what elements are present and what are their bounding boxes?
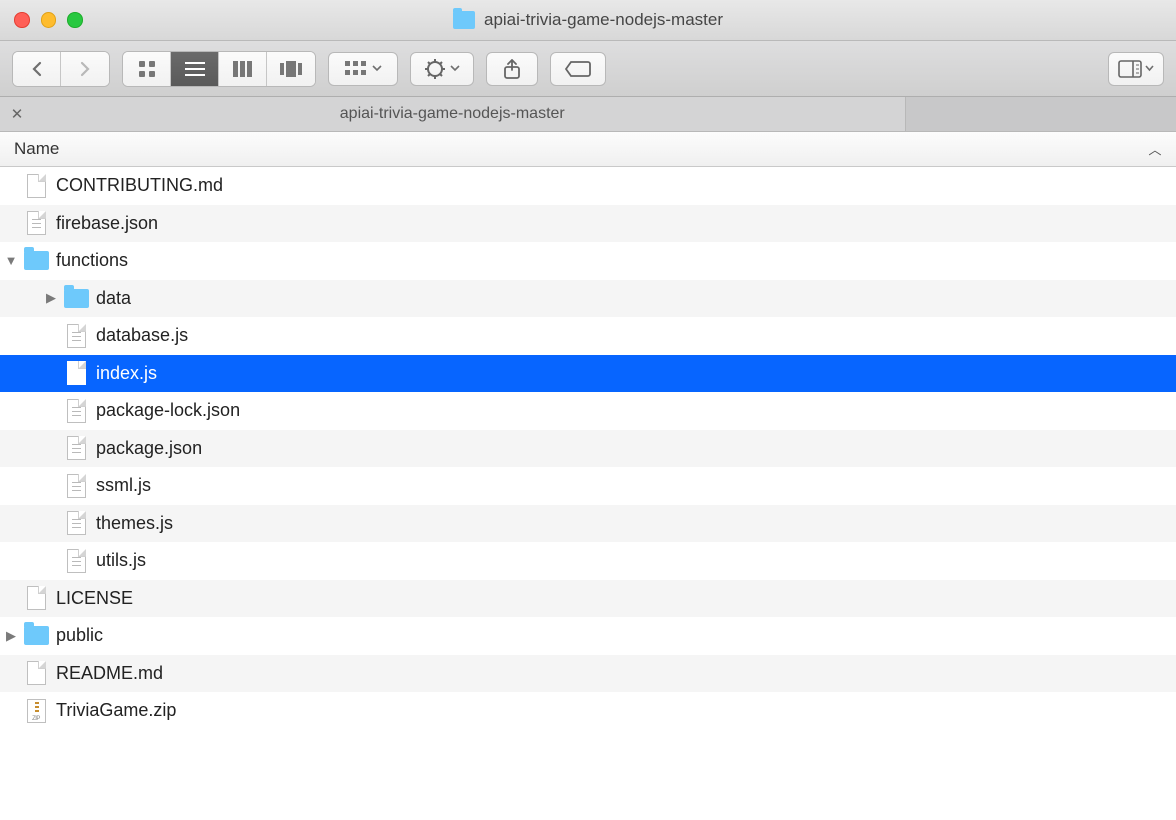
tags-button[interactable] bbox=[550, 52, 606, 86]
view-icons-button[interactable] bbox=[123, 52, 171, 86]
file-row[interactable]: utils.js bbox=[0, 542, 1176, 580]
sort-indicator-icon: 〈 bbox=[1146, 142, 1165, 155]
window-title: apiai-trivia-game-nodejs-master bbox=[484, 10, 723, 30]
folder-icon bbox=[453, 11, 475, 29]
group-button[interactable] bbox=[328, 52, 398, 86]
file-icon bbox=[22, 211, 50, 235]
folder-icon bbox=[22, 251, 50, 270]
close-tab-button[interactable]: ✕ bbox=[0, 105, 34, 123]
file-icon bbox=[22, 174, 50, 198]
file-row[interactable]: ssml.js bbox=[0, 467, 1176, 505]
file-icon bbox=[22, 586, 50, 610]
file-name-label: firebase.json bbox=[50, 213, 158, 234]
file-icon bbox=[22, 661, 50, 685]
view-columns-button[interactable] bbox=[219, 52, 267, 86]
sidebar-right-button[interactable] bbox=[1108, 52, 1164, 86]
file-row[interactable]: index.js bbox=[0, 355, 1176, 393]
file-icon bbox=[62, 399, 90, 423]
file-list: CONTRIBUTING.md firebase.json ▼ functions ▶ d… bbox=[0, 167, 1176, 730]
zoom-window-button[interactable] bbox=[67, 12, 83, 28]
file-row[interactable]: database.js bbox=[0, 317, 1176, 355]
file-name-label: themes.js bbox=[90, 513, 173, 534]
minimize-window-button[interactable] bbox=[41, 12, 57, 28]
tab-label: apiai-trivia-game-nodejs-master bbox=[34, 105, 871, 123]
file-name-label: data bbox=[90, 288, 131, 309]
file-name-label: README.md bbox=[50, 663, 163, 684]
file-row[interactable]: ▶ public bbox=[0, 617, 1176, 655]
tab-bar: ✕ apiai-trivia-game-nodejs-master bbox=[0, 97, 1176, 132]
disclosure-triangle-icon[interactable]: ▼ bbox=[0, 253, 22, 268]
disclosure-triangle-icon[interactable]: ▶ bbox=[40, 290, 62, 306]
tab-overflow bbox=[906, 97, 1176, 131]
traffic-lights bbox=[0, 12, 83, 28]
file-name-label: TriviaGame.zip bbox=[50, 700, 176, 721]
action-button[interactable] bbox=[410, 52, 474, 86]
file-row[interactable]: themes.js bbox=[0, 505, 1176, 543]
file-name-label: LICENSE bbox=[50, 588, 133, 609]
forward-button[interactable] bbox=[61, 52, 109, 86]
view-list-button[interactable] bbox=[171, 52, 219, 86]
file-row[interactable]: TriviaGame.zip bbox=[0, 692, 1176, 730]
column-header[interactable]: Name 〈 bbox=[0, 132, 1176, 167]
file-name-label: utils.js bbox=[90, 550, 146, 571]
folder-icon bbox=[62, 289, 90, 308]
file-row[interactable]: ▶ data bbox=[0, 280, 1176, 318]
file-name-label: index.js bbox=[90, 363, 157, 384]
name-column-label: Name bbox=[14, 139, 59, 159]
file-icon bbox=[62, 436, 90, 460]
disclosure-triangle-icon[interactable]: ▶ bbox=[0, 628, 22, 644]
back-button[interactable] bbox=[13, 52, 61, 86]
file-row[interactable]: ▼ functions bbox=[0, 242, 1176, 280]
tab[interactable]: ✕ apiai-trivia-game-nodejs-master bbox=[0, 97, 906, 131]
file-name-label: database.js bbox=[90, 325, 188, 346]
file-row[interactable]: CONTRIBUTING.md bbox=[0, 167, 1176, 205]
file-name-label: public bbox=[50, 625, 103, 646]
file-row[interactable]: firebase.json bbox=[0, 205, 1176, 243]
zip-icon bbox=[22, 699, 50, 723]
file-icon bbox=[62, 474, 90, 498]
file-row[interactable]: package-lock.json bbox=[0, 392, 1176, 430]
window-titlebar: apiai-trivia-game-nodejs-master bbox=[0, 0, 1176, 41]
file-name-label: functions bbox=[50, 250, 128, 271]
file-icon bbox=[62, 324, 90, 348]
toolbar bbox=[0, 41, 1176, 97]
file-row[interactable]: README.md bbox=[0, 655, 1176, 693]
file-name-label: ssml.js bbox=[90, 475, 151, 496]
file-icon bbox=[62, 511, 90, 535]
file-row[interactable]: package.json bbox=[0, 430, 1176, 468]
share-button[interactable] bbox=[486, 52, 538, 86]
file-row[interactable]: LICENSE bbox=[0, 580, 1176, 618]
file-icon bbox=[62, 361, 90, 385]
file-name-label: package-lock.json bbox=[90, 400, 240, 421]
file-name-label: package.json bbox=[90, 438, 202, 459]
close-window-button[interactable] bbox=[14, 12, 30, 28]
view-gallery-button[interactable] bbox=[267, 52, 315, 86]
nav-buttons bbox=[12, 51, 110, 87]
view-buttons bbox=[122, 51, 316, 87]
folder-icon bbox=[22, 626, 50, 645]
file-icon bbox=[62, 549, 90, 573]
file-name-label: CONTRIBUTING.md bbox=[50, 175, 223, 196]
